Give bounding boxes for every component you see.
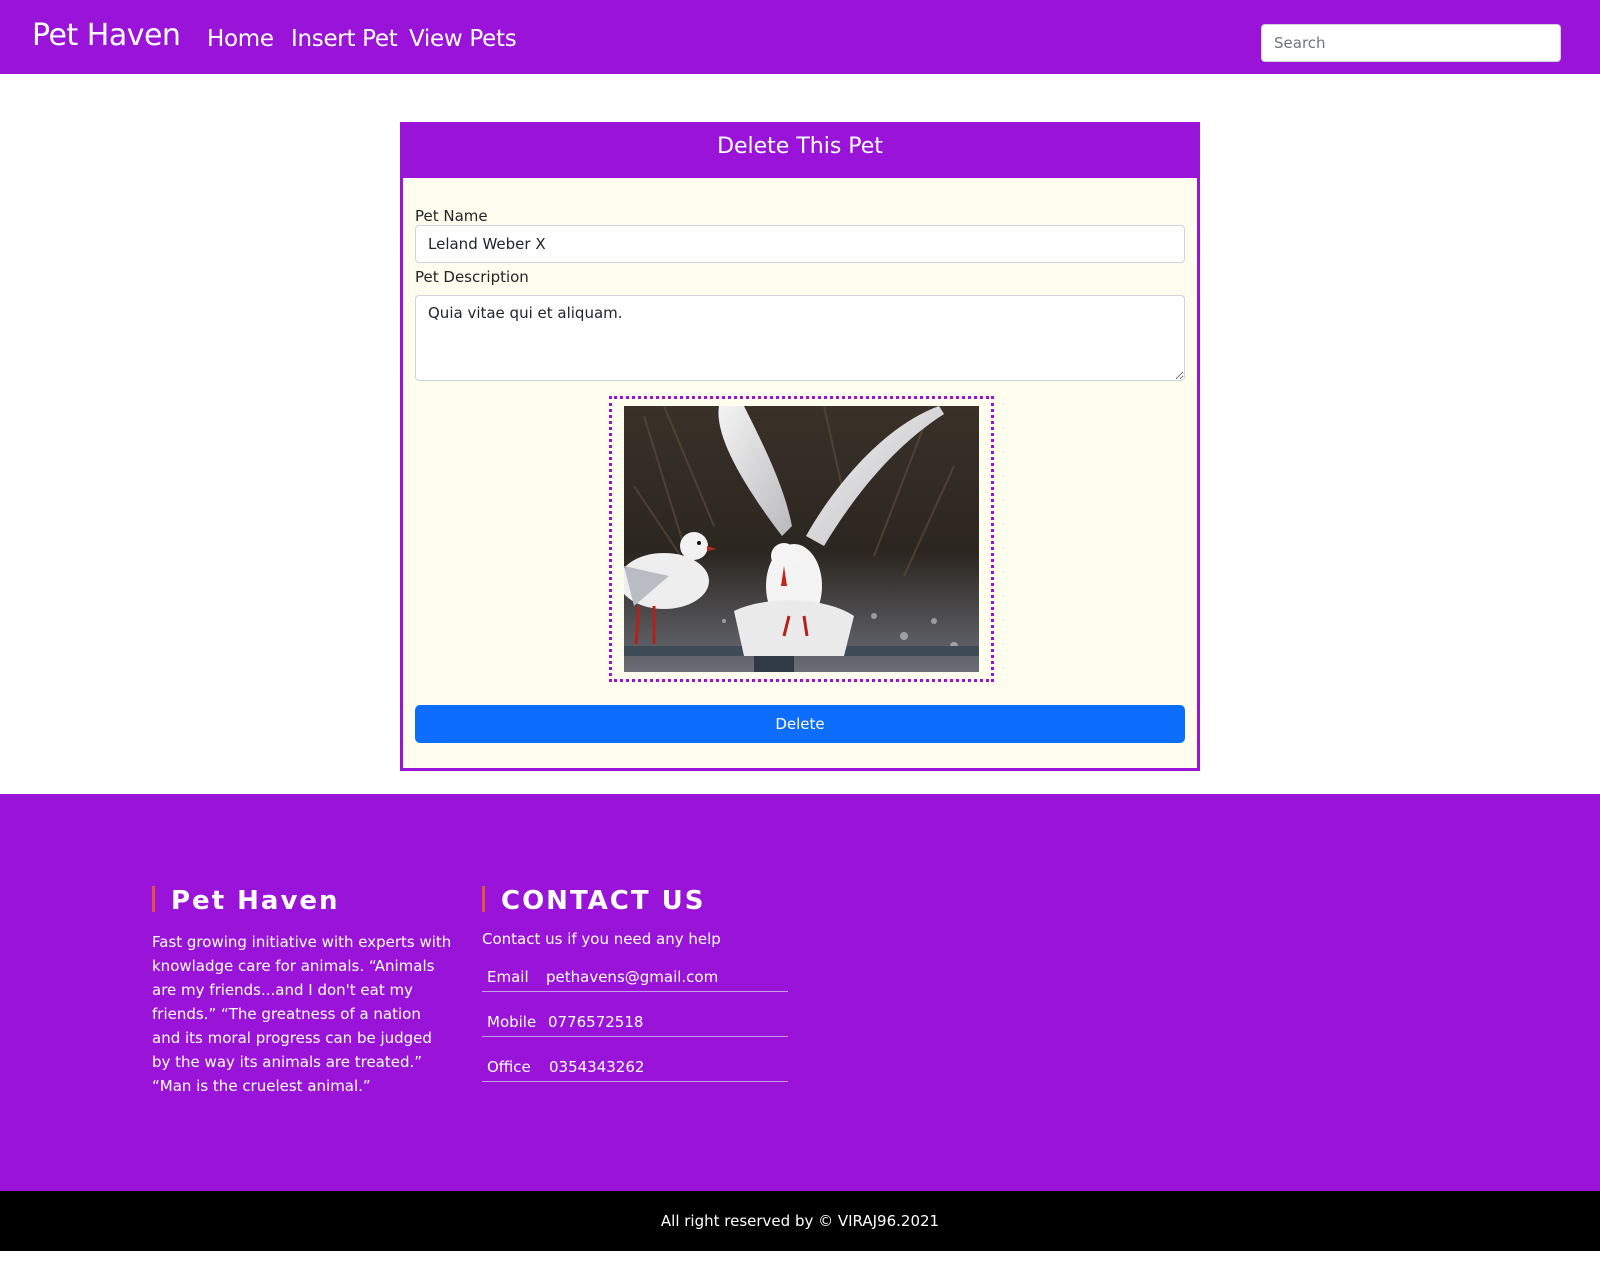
delete-button[interactable]: Delete (415, 705, 1185, 743)
pet-name-input[interactable] (415, 225, 1185, 263)
footer: Pet Haven Fast growing initiative with e… (0, 794, 1600, 1191)
brand-link[interactable]: Pet Haven (32, 18, 181, 53)
card-title: Delete This Pet (403, 125, 1197, 178)
pet-name-label: Pet Name (415, 207, 488, 225)
search-input[interactable] (1261, 24, 1561, 62)
nav-home-link[interactable]: Home (207, 26, 274, 52)
contact-email-label: Email (487, 968, 529, 986)
footer-about-title: Pet Haven (171, 886, 340, 916)
footer-about-heading: Pet Haven (152, 886, 340, 916)
pet-description-textarea[interactable]: Quia vitae qui et aliquam. (415, 295, 1185, 381)
contact-email-value[interactable]: pethavens@gmail.com (546, 968, 718, 986)
footer-contact-heading: CONTACT US (482, 886, 706, 916)
pet-image-frame (609, 396, 994, 682)
contact-row-office: Office 0354343262 (482, 1058, 788, 1082)
seagull-photo (624, 406, 979, 672)
copyright-bar: All right reserved by © VIRAJ96.2021 (0, 1191, 1600, 1251)
pet-image (624, 406, 979, 672)
nav-view-pets-link[interactable]: View Pets (409, 26, 517, 52)
navbar: Pet Haven Home Insert Pet View Pets (0, 0, 1600, 74)
footer-about-text: Fast growing initiative with experts wit… (152, 933, 452, 1095)
delete-pet-card: Delete This Pet Pet Name Pet Description… (400, 122, 1200, 771)
contact-row-mobile: Mobile 0776572518 (482, 1013, 788, 1037)
footer-contact-title: CONTACT US (501, 886, 706, 916)
heading-accent-bar (482, 886, 485, 912)
contact-mobile-value[interactable]: 0776572518 (548, 1013, 643, 1031)
heading-accent-bar (152, 886, 155, 912)
contact-office-value[interactable]: 0354343262 (549, 1058, 644, 1076)
nav-insert-pet-link[interactable]: Insert Pet (291, 26, 398, 52)
pet-description-label: Pet Description (415, 268, 529, 286)
contact-office-label: Office (487, 1058, 531, 1076)
footer-contact-intro: Contact us if you need any help (482, 930, 721, 948)
contact-row-email: Email pethavens@gmail.com (482, 968, 788, 992)
contact-mobile-label: Mobile (487, 1013, 537, 1031)
